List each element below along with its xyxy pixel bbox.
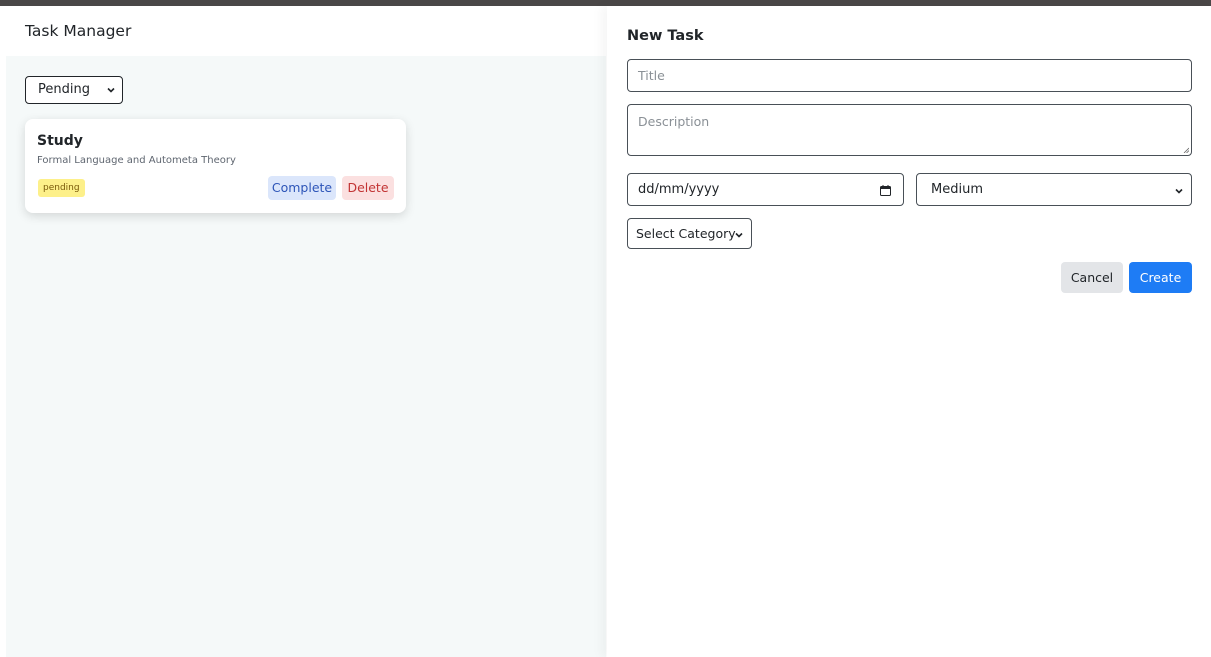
priority-value: Medium bbox=[931, 182, 983, 197]
chevron-down-icon bbox=[1175, 188, 1183, 194]
status-filter-select[interactable]: Pending bbox=[25, 76, 123, 104]
app-title: Task Manager bbox=[25, 22, 132, 40]
cancel-button[interactable]: Cancel bbox=[1061, 262, 1123, 293]
title-input[interactable]: Title bbox=[627, 59, 1192, 92]
description-textarea[interactable]: Description bbox=[627, 104, 1192, 156]
category-select[interactable]: Select Category bbox=[627, 218, 752, 249]
task-list-panel: Pending Study Formal Language and Autome… bbox=[6, 56, 606, 657]
title-placeholder: Title bbox=[638, 68, 665, 83]
calendar-icon[interactable] bbox=[880, 185, 891, 196]
task-description: Formal Language and Autometa Theory bbox=[37, 155, 236, 166]
task-card: Study Formal Language and Autometa Theor… bbox=[25, 119, 406, 213]
priority-select[interactable]: Medium bbox=[916, 173, 1192, 206]
form-heading: New Task bbox=[627, 28, 704, 44]
date-placeholder: dd/mm/yyyy bbox=[638, 182, 720, 197]
create-button[interactable]: Create bbox=[1129, 262, 1192, 293]
chevron-down-icon bbox=[107, 87, 115, 93]
chevron-down-icon bbox=[735, 232, 743, 238]
delete-button[interactable]: Delete bbox=[342, 176, 394, 200]
category-value: Select Category bbox=[636, 226, 736, 241]
task-title: Study bbox=[37, 133, 83, 149]
status-filter-value: Pending bbox=[38, 82, 90, 97]
complete-button[interactable]: Complete bbox=[268, 176, 336, 200]
new-task-panel: New Task Title Description dd/mm/yyyy Me… bbox=[607, 6, 1211, 657]
app-header: Task Manager bbox=[0, 6, 596, 56]
status-badge: pending bbox=[38, 179, 85, 197]
description-placeholder: Description bbox=[638, 114, 710, 129]
due-date-input[interactable]: dd/mm/yyyy bbox=[627, 173, 904, 206]
resize-handle-icon[interactable] bbox=[1183, 147, 1189, 153]
